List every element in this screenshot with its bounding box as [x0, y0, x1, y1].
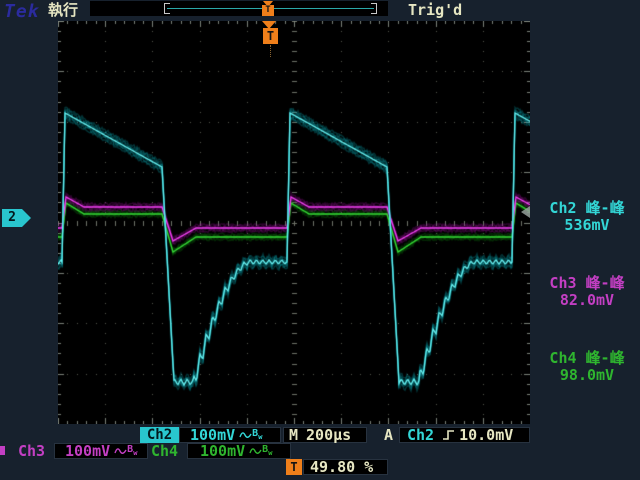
ch2-bandwidth-icon: Bw [252, 429, 262, 442]
trigger-source: Ch2 [407, 427, 434, 443]
ch4-scale-value: 100mV [200, 443, 245, 459]
timebase-value: 200µs [306, 427, 351, 443]
trigger-level-value: 10.0mV [459, 427, 513, 443]
trigger-mode-label: A [384, 427, 393, 443]
timebase-readout: M 200µs [283, 427, 367, 443]
ch4-ac-coupling-icon [249, 445, 262, 457]
timebase-label: M [289, 427, 298, 443]
trigger-status: Trig'd [408, 2, 462, 18]
ch2-readout-chip: Ch2 [140, 427, 179, 443]
ch3-readout-label: Ch3 [18, 443, 45, 459]
ch2-scale-readout: 100mV Bw [179, 427, 281, 443]
meas-ch3-value: 82.0mV [536, 292, 638, 309]
meas-ch4-channel: Ch4 [549, 349, 576, 367]
meas-ch2-metric: 峰-峰 [586, 199, 625, 217]
ch2-scale-value: 100mV [190, 427, 235, 443]
trigger-level-arrow-icon [521, 206, 530, 218]
meas-ch2-value: 536mV [536, 217, 638, 234]
oscilloscope-screen: Tek 執行 Trig'd T T 2 Ch2 峰-峰 536mV Ch3 峰-… [0, 0, 640, 480]
trigger-position-readout: 49.80 % [303, 459, 388, 475]
trigger-time-marker: T [263, 28, 278, 44]
trigger-readout: Ch2 10.0mV [399, 427, 530, 443]
record-window-right-bracket [371, 3, 377, 14]
ch3-scale-readout: 100mV Bw [54, 443, 148, 459]
rising-edge-icon [441, 428, 456, 442]
ch3-bandwidth-icon: Bw [127, 445, 137, 458]
ch4-bandwidth-icon: Bw [262, 445, 272, 458]
acquisition-preview-bar: T [90, 1, 388, 16]
measurement-ch3-peak-to-peak: Ch3 峰-峰 82.0mV [536, 275, 638, 309]
trigger-time-dotted-line [270, 45, 271, 57]
waveform-canvas [58, 21, 530, 424]
tek-logo: Tek [4, 1, 40, 22]
graticule-plot-area [58, 21, 530, 424]
measurement-ch4-peak-to-peak: Ch4 峰-峰 98.0mV [536, 350, 638, 384]
meas-ch4-value: 98.0mV [536, 367, 638, 384]
ch2-ground-marker: 2 [2, 209, 22, 227]
trigger-position-icon: T [286, 459, 302, 475]
measurement-ch2-peak-to-peak: Ch2 峰-峰 536mV [536, 200, 638, 234]
meas-ch3-metric: 峰-峰 [586, 274, 625, 292]
trigger-position-value: 49.80 % [310, 459, 373, 475]
meas-ch2-channel: Ch2 [549, 199, 576, 217]
ch4-readout-label: Ch4 [151, 443, 178, 459]
ch3-position-marker [0, 446, 5, 455]
ch4-scale-readout: 100mV Bw [187, 443, 291, 459]
ch2-ground-marker-tip-icon [22, 209, 31, 227]
meas-ch4-metric: 峰-峰 [586, 349, 625, 367]
ch2-ac-coupling-icon [239, 429, 252, 441]
meas-ch3-channel: Ch3 [549, 274, 576, 292]
ch3-scale-value: 100mV [65, 443, 110, 459]
trigger-position-marker: T [262, 5, 274, 16]
ch3-ac-coupling-icon [114, 445, 127, 457]
acquisition-status: 執行 [48, 2, 78, 18]
